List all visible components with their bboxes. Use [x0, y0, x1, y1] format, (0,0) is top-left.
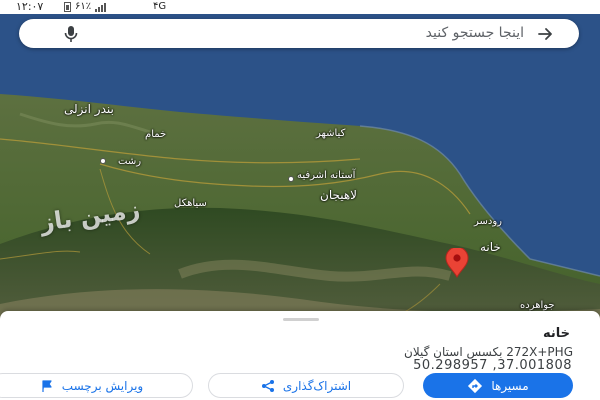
status-bar: ۱۲:۰۷ ۶۱٪ ۴G	[0, 0, 600, 14]
place-coordinates: 50.298957 ,37.001808	[413, 358, 572, 373]
back-arrow-icon[interactable]	[537, 26, 553, 42]
map-label-rasht: رشت	[118, 156, 142, 167]
edit-label-button[interactable]: ویرایش برچسب	[0, 373, 193, 398]
map-label-rudsar: رودسر	[474, 216, 503, 227]
astaneh-dot	[288, 176, 294, 182]
place-address: 272X+PHG بکسس استان گیلان	[404, 345, 573, 359]
battery-icon	[64, 2, 71, 12]
map-label-lahijan: لاهیجان	[320, 188, 358, 202]
directions-icon	[468, 378, 483, 393]
status-clock: ۱۲:۰۷	[16, 0, 44, 13]
directions-label: مسیرها	[491, 378, 529, 393]
location-pin-icon[interactable]	[444, 248, 470, 278]
battery-percent: ۶۱٪	[75, 1, 92, 12]
status-battery-group: ۶۱٪	[64, 1, 107, 13]
share-icon	[261, 379, 274, 392]
map-label-kiashahr: کیاشهر	[316, 128, 346, 139]
map-label-khaneh: خانه	[480, 240, 501, 254]
map-label-siahkal: سیاهکل	[174, 198, 207, 209]
map-label-astaneh: آستانه اشرفیه	[297, 170, 356, 181]
drag-handle[interactable]	[283, 318, 319, 321]
map-label-bandar-anzali: بندر انزلی	[64, 102, 114, 116]
signal-icon	[95, 2, 107, 12]
search-bar[interactable]: اینجا جستجو کنید	[19, 19, 579, 48]
share-button[interactable]: اشتراک‌گذاری	[208, 373, 404, 398]
search-placeholder[interactable]: اینجا جستجو کنید	[426, 19, 524, 48]
share-label: اشتراک‌گذاری	[282, 378, 352, 393]
microphone-icon[interactable]	[63, 25, 79, 43]
map-label-javaherdeh: جواهرده	[520, 300, 555, 311]
network-type: ۴G	[153, 1, 167, 12]
map-label-khomam: خمام	[145, 129, 167, 140]
place-name: خانه	[542, 326, 570, 341]
rasht-dot	[100, 158, 106, 164]
flag-icon	[42, 379, 52, 392]
edit-label-text: ویرایش برچسب	[61, 378, 144, 393]
directions-button[interactable]: مسیرها	[423, 373, 573, 398]
